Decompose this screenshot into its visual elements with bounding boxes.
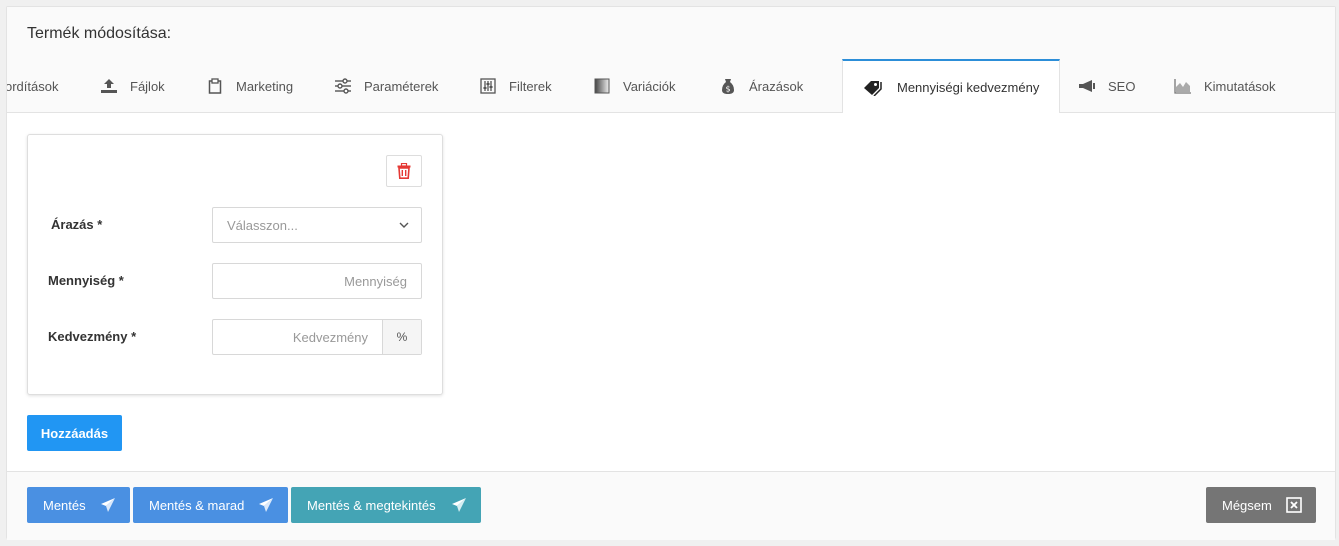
chevron-down-icon xyxy=(399,222,409,228)
tab-label: Filterek xyxy=(509,78,552,94)
paper-plane-icon xyxy=(100,497,116,513)
tab-label: Fájlok xyxy=(130,78,165,94)
percent-addon: % xyxy=(383,320,421,354)
pricing-select-placeholder: Válasszon... xyxy=(227,217,298,233)
delete-button[interactable] xyxy=(386,155,422,187)
filter-sliders-icon xyxy=(479,77,497,95)
paper-plane-icon xyxy=(451,497,467,513)
add-button[interactable]: Hozzáadás xyxy=(27,415,122,451)
svg-text:$: $ xyxy=(725,85,730,94)
trash-icon xyxy=(397,163,411,179)
tab-label: Árazások xyxy=(749,78,804,94)
tab-files[interactable]: Fájlok xyxy=(100,59,165,113)
tab-label: Variációk xyxy=(623,78,676,94)
tab-marketing[interactable]: Marketing xyxy=(206,59,293,113)
save-and-view-label: Mentés & megtekintés xyxy=(307,497,436,513)
discount-input-group: Kedvezmény % xyxy=(212,319,422,355)
tab-parameters[interactable]: Paraméterek xyxy=(334,59,438,113)
paper-plane-icon xyxy=(258,497,274,513)
close-box-icon xyxy=(1286,497,1302,513)
tab-label: Kimutatások xyxy=(1204,78,1276,94)
tab-variations[interactable]: Variációk xyxy=(593,59,676,113)
tab-filters[interactable]: Filterek xyxy=(479,59,552,113)
card-header: Termék módosítása: ordítások Fájlok Mark… xyxy=(7,7,1335,113)
pricing-select[interactable]: Válasszon... xyxy=(212,207,422,243)
product-edit-card: Termék módosítása: ordítások Fájlok Mark… xyxy=(6,6,1336,540)
discount-placeholder: Kedvezmény xyxy=(292,329,368,345)
sliders-icon xyxy=(334,77,352,95)
tab-translations[interactable]: ordítások xyxy=(7,59,58,113)
footer-actions: Mentés Mentés & marad Mentés & megtekint… xyxy=(7,471,1335,540)
quantity-placeholder: Mennyiség xyxy=(344,273,407,289)
tag-icon xyxy=(863,79,885,97)
save-and-view-button[interactable]: Mentés & megtekintés xyxy=(291,487,481,523)
tab-label: ordítások xyxy=(7,78,59,94)
quantity-label: Mennyiség * xyxy=(48,273,124,288)
tab-label: SEO xyxy=(1108,78,1136,94)
tab-bar: ordítások Fájlok Marketing Paraméterek F… xyxy=(7,59,1335,113)
pricing-label: Árazás * xyxy=(51,217,103,232)
tab-label: Mennyiségi kedvezmény xyxy=(897,80,1040,95)
tab-pricing[interactable]: $ Árazások xyxy=(719,59,803,113)
save-and-stay-button[interactable]: Mentés & marad xyxy=(133,487,288,523)
page-title: Termék módosítása: xyxy=(27,25,172,42)
tab-quantity-discount[interactable]: Mennyiségi kedvezmény xyxy=(842,59,1061,113)
clipboard-icon xyxy=(206,77,224,95)
tab-content: Árazás * Válasszon... Mennyiség * Mennyi… xyxy=(7,113,1335,471)
tab-statistics[interactable]: Kimutatások xyxy=(1174,59,1276,113)
tab-label: Marketing xyxy=(236,78,294,94)
discount-input[interactable]: Kedvezmény xyxy=(213,320,383,354)
discount-label: Kedvezmény * xyxy=(48,329,137,344)
upload-icon xyxy=(100,77,118,95)
save-button-label: Mentés xyxy=(43,497,86,513)
tab-seo[interactable]: SEO xyxy=(1078,59,1135,113)
money-bag-icon: $ xyxy=(719,77,737,95)
save-and-stay-label: Mentés & marad xyxy=(149,497,245,513)
area-chart-icon xyxy=(1174,77,1192,95)
discount-entry-panel: Árazás * Válasszon... Mennyiség * Mennyi… xyxy=(27,134,443,395)
megaphone-icon xyxy=(1078,77,1096,95)
tab-label: Paraméterek xyxy=(364,78,439,94)
cancel-button[interactable]: Mégsem xyxy=(1206,487,1316,523)
cancel-button-label: Mégsem xyxy=(1222,497,1272,513)
gradient-icon xyxy=(593,77,611,95)
quantity-input[interactable]: Mennyiség xyxy=(212,263,422,299)
save-button[interactable]: Mentés xyxy=(27,487,130,523)
